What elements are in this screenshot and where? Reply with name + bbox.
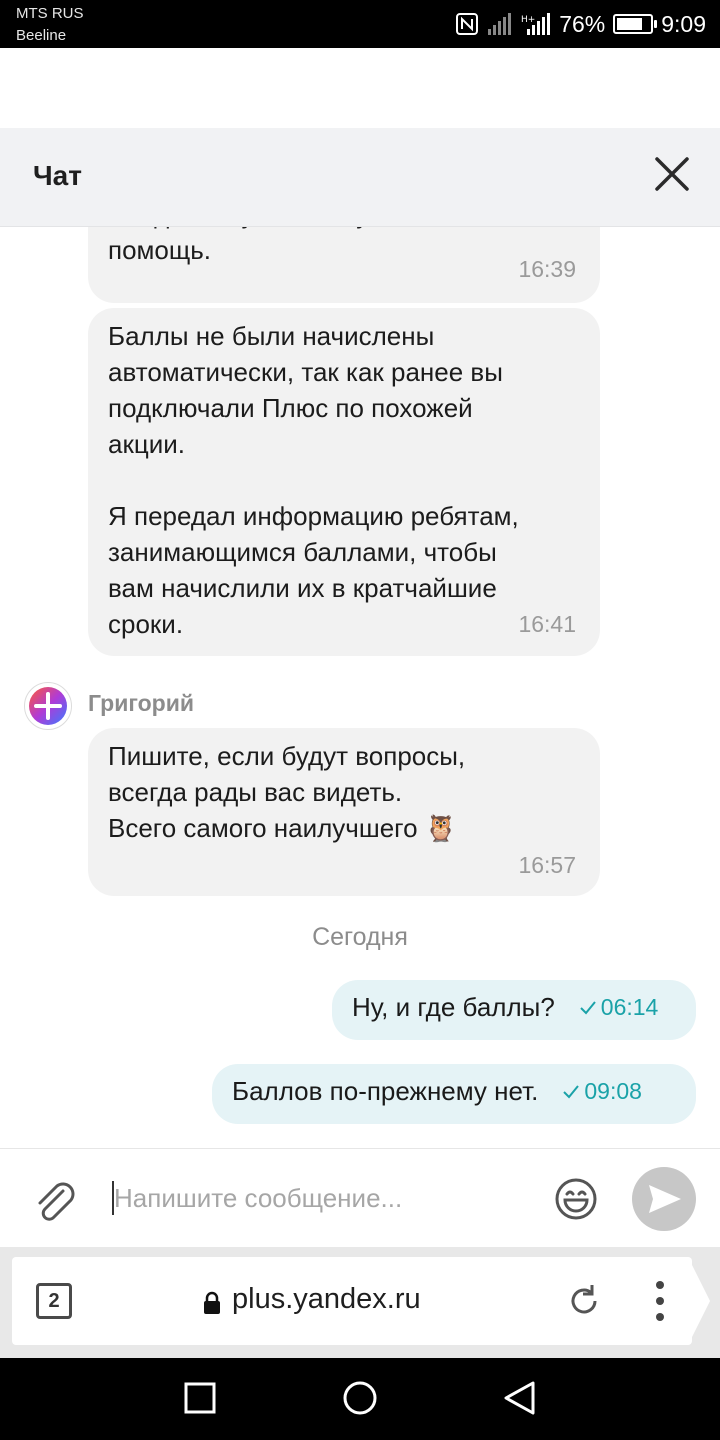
read-check-icon (563, 1084, 580, 1098)
battery-icon (613, 14, 658, 34)
message-time: 06:14 (600, 994, 659, 1020)
outgoing-message-bubble: Ну, и где баллы? 06:14 (332, 980, 696, 1040)
reload-icon[interactable] (564, 1281, 604, 1321)
message-text: ожидание, уже спешу к вам на помощь. (108, 227, 477, 265)
carrier-secondary: Beeline (16, 27, 67, 44)
more-menu-icon[interactable] (652, 1279, 668, 1323)
message-time: 09:08 (584, 1078, 642, 1104)
outgoing-message-bubble: Баллов по-прежнему нет. 09:08 (212, 1064, 696, 1124)
message-time: 16:39 (518, 256, 576, 282)
emoji-icon[interactable] (554, 1177, 598, 1221)
message-text: Баллов по-прежнему нет. (232, 1076, 539, 1106)
carrier-primary: MTS RUS (16, 5, 84, 22)
close-icon[interactable] (650, 152, 694, 196)
address-bar[interactable]: 2 plus.yandex.ru (12, 1257, 692, 1345)
chevron-right-icon (688, 1257, 710, 1345)
message-text: Баллы не были начислены автоматически, т… (108, 321, 519, 639)
nfc-icon (456, 13, 479, 35)
message-text: Ну, и где баллы? (352, 992, 555, 1022)
back-icon[interactable] (502, 1380, 536, 1416)
browser-toolbar: 2 plus.yandex.ru (0, 1247, 720, 1358)
message-time: 16:57 (518, 852, 576, 878)
composer (0, 1148, 720, 1247)
paperclip-icon[interactable] (30, 1177, 80, 1227)
tabs-button[interactable]: 2 (36, 1283, 72, 1319)
chat-header: Чат (0, 128, 720, 227)
read-check-icon (580, 1000, 596, 1014)
system-nav-bar (0, 1358, 720, 1440)
message-text: Пишите, если будут вопросы, всегда рады … (108, 741, 466, 843)
signal-h-icon: H+ (521, 13, 551, 35)
battery-percent: 76% (559, 10, 606, 37)
signal-icon (488, 13, 512, 35)
sender-name: Григорий (88, 690, 195, 716)
message-list[interactable]: ожидание, уже спешу к вам на помощь. 16:… (0, 227, 720, 1148)
svg-text:H+: H+ (521, 15, 535, 25)
lock-icon (204, 1291, 220, 1314)
send-button[interactable] (632, 1167, 696, 1231)
message-bubble: Пишите, если будут вопросы, всегда рады … (88, 728, 600, 896)
chat-title: Чат (33, 160, 82, 191)
message-bubble: ожидание, уже спешу к вам на помощь. 16:… (88, 227, 600, 303)
home-icon[interactable] (342, 1380, 378, 1416)
message-bubble: Баллы не были начислены автоматически, т… (88, 308, 600, 656)
status-bar: MTS RUS Beeline H+ 76% 9:09 (0, 0, 720, 48)
status-icons: H+ 76% 9:09 (455, 9, 706, 39)
recents-icon[interactable] (184, 1382, 216, 1414)
message-input[interactable] (114, 1179, 534, 1217)
date-separator: Сегодня (312, 923, 408, 951)
clock: 9:09 (661, 10, 706, 37)
url-text[interactable]: plus.yandex.ru (232, 1283, 421, 1316)
send-icon (649, 1185, 681, 1213)
avatar (24, 682, 72, 730)
message-time: 16:41 (518, 611, 576, 637)
